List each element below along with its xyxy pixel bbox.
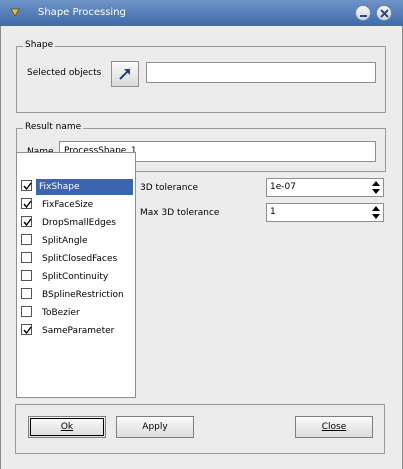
select-arrow-icon (119, 69, 130, 80)
spin-arrows-icon[interactable] (370, 180, 382, 195)
operator-item-splitangle[interactable]: SplitAngle (21, 233, 131, 249)
minimize-icon (360, 15, 367, 17)
operator-label: FixShape (36, 179, 133, 195)
close-window-button[interactable] (376, 5, 392, 21)
max-tolerance-3d-label: Max 3D tolerance (140, 208, 220, 218)
checkbox[interactable] (21, 288, 32, 299)
close-icon (380, 9, 389, 18)
operator-item-fixfacesize[interactable]: FixFaceSize (21, 197, 131, 213)
select-objects-button[interactable] (111, 61, 139, 87)
ok-button[interactable]: Ok (28, 416, 106, 438)
operator-label: BSplineRestriction (42, 290, 124, 300)
checkbox[interactable] (21, 252, 32, 263)
operator-item-splitcontinuity[interactable]: SplitContinuity (21, 269, 131, 285)
checkbox[interactable] (21, 306, 32, 317)
minimize-button[interactable] (355, 5, 371, 21)
operator-label: ToBezier (42, 308, 80, 318)
close-button-label: Close (321, 422, 347, 432)
operator-item-dropsmalledges[interactable]: DropSmallEdges (21, 215, 131, 231)
check-icon (23, 200, 32, 209)
tolerance-3d-spinbox[interactable]: 1e-07 (266, 178, 384, 197)
checkbox[interactable] (21, 180, 32, 191)
tolerance-3d-value: 1e-07 (270, 182, 296, 192)
checkbox[interactable] (21, 324, 32, 335)
checkbox[interactable] (21, 234, 32, 245)
operator-label: SplitClosedFaces (42, 254, 118, 264)
selected-objects-label: Selected objects (27, 68, 102, 78)
window-title: Shape Processing (38, 7, 126, 18)
app-icon (10, 7, 20, 17)
close-button[interactable]: Close (295, 416, 373, 438)
operator-label: FixFaceSize (42, 200, 94, 210)
check-icon (23, 218, 32, 227)
operator-item-tobezier[interactable]: ToBezier (21, 305, 131, 321)
operator-item-bsplinerestriction[interactable]: BSplineRestriction (21, 287, 131, 303)
operators-list[interactable]: FixShape FixFaceSize DropSmallEdges Spli… (16, 152, 136, 398)
checkbox[interactable] (21, 198, 32, 209)
spin-arrows-icon[interactable] (370, 205, 382, 220)
checkbox[interactable] (21, 216, 32, 227)
ok-button-label: Ok (60, 422, 74, 432)
operator-item-fixshape[interactable]: FixShape (21, 179, 133, 195)
operator-label: SameParameter (42, 326, 115, 336)
apply-button[interactable]: Apply (116, 416, 194, 438)
max-tolerance-3d-spinbox[interactable]: 1 (266, 203, 384, 222)
check-icon (23, 182, 32, 191)
operator-label: SplitContinuity (42, 272, 109, 282)
operator-item-sameparameter[interactable]: SameParameter (21, 323, 131, 339)
checkbox[interactable] (21, 270, 32, 281)
operator-label: DropSmallEdges (42, 218, 116, 228)
apply-button-label: Apply (142, 422, 168, 432)
result-group-legend: Result name (23, 122, 84, 132)
shape-group-legend: Shape (23, 40, 56, 50)
title-bar[interactable]: Shape Processing (0, 0, 403, 27)
operator-label: SplitAngle (42, 236, 88, 246)
selected-objects-field[interactable] (146, 62, 376, 83)
check-icon (23, 326, 32, 335)
tolerance-3d-label: 3D tolerance (140, 183, 198, 193)
max-tolerance-3d-value: 1 (270, 207, 276, 217)
operator-item-splitclosedfaces[interactable]: SplitClosedFaces (21, 251, 131, 267)
